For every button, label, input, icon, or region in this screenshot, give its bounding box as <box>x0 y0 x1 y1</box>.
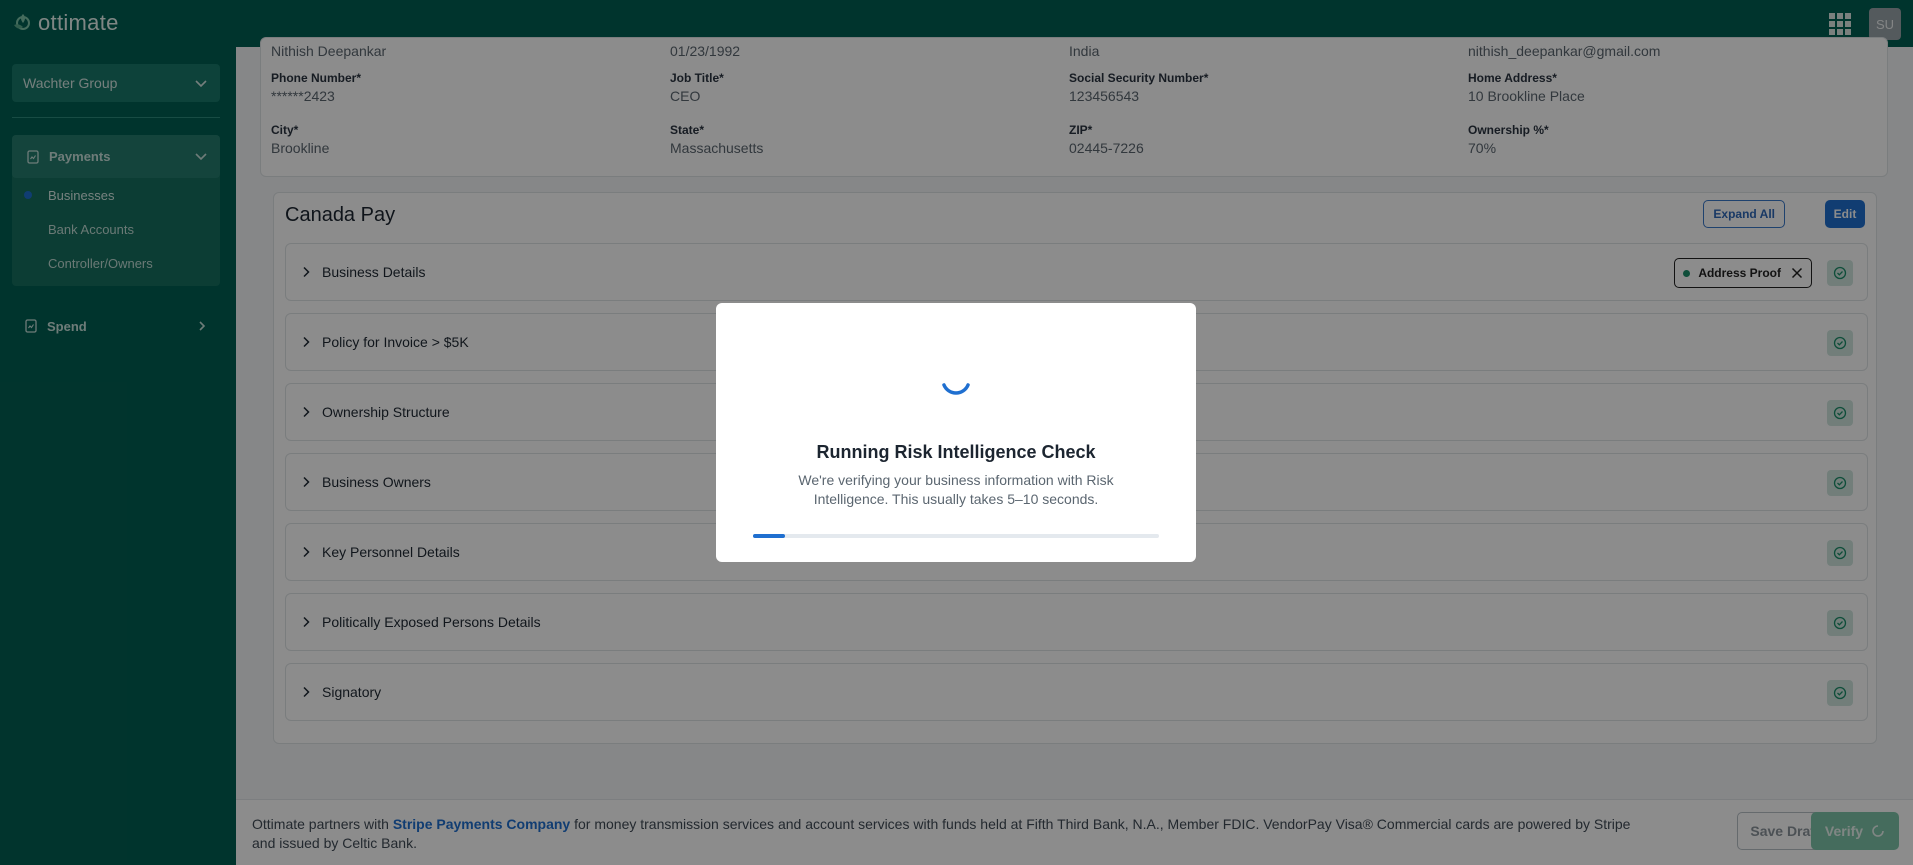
risk-check-modal: Running Risk Intelligence Check We're ve… <box>716 303 1196 562</box>
spinner-icon <box>942 383 970 395</box>
modal-title: Running Risk Intelligence Check <box>816 442 1096 462</box>
progress-fill <box>753 534 786 538</box>
modal-description: We're verifying your business informatio… <box>798 472 1114 507</box>
progress-bar <box>753 534 1159 538</box>
